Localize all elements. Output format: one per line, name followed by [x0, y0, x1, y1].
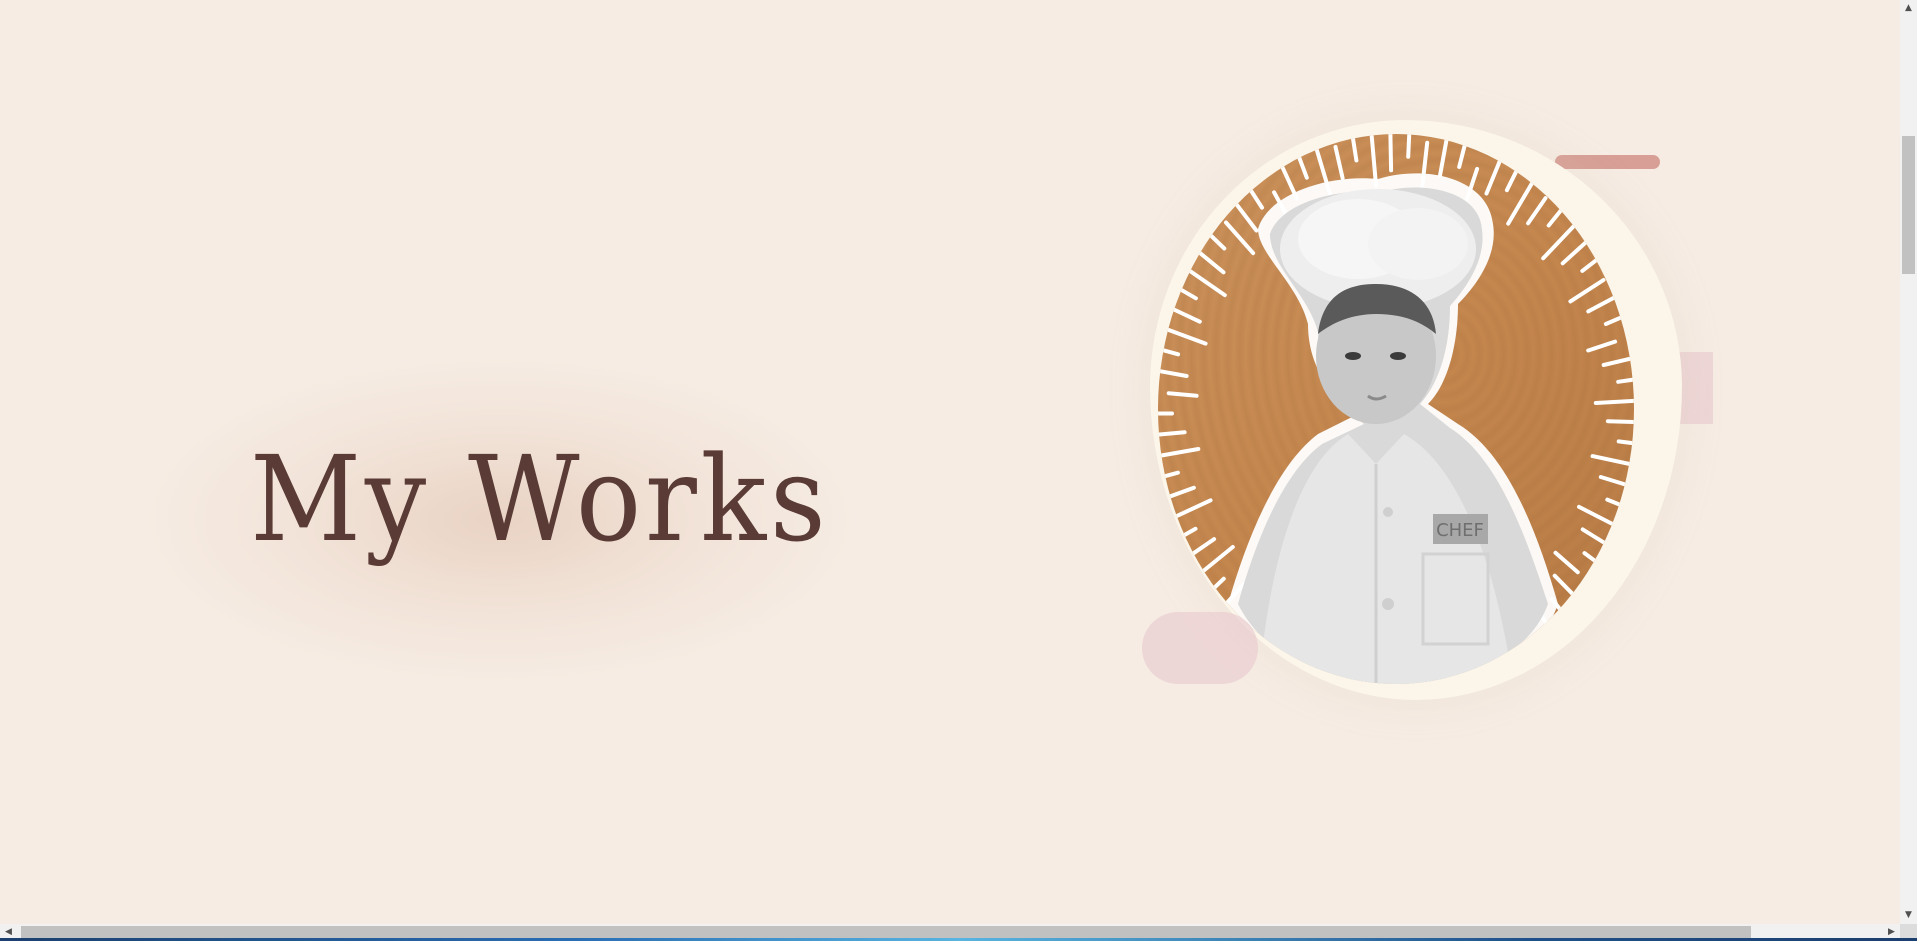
sunburst-illustration: CHEF — [1158, 134, 1634, 684]
sunburst-ray — [1577, 504, 1616, 527]
sunburst-ray — [1568, 278, 1606, 304]
sunburst-ray — [1369, 134, 1378, 188]
sunburst-ray — [1586, 286, 1634, 314]
sunburst-ray — [1188, 537, 1217, 558]
vertical-scroll-thumb[interactable] — [1902, 136, 1915, 274]
sunburst-ray — [1593, 398, 1634, 405]
sunburst-ray — [1580, 251, 1608, 273]
sunburst-ray — [1158, 470, 1180, 481]
sunburst-ray — [1552, 573, 1586, 607]
sunburst-ray — [1159, 276, 1198, 301]
sunburst-ray — [1288, 134, 1309, 180]
sunburst-ray — [1601, 355, 1634, 367]
page: My Works CHEF ▲ ▼ ◀ ▶ — [0, 0, 1917, 941]
sunburst-ray — [1590, 454, 1634, 468]
sunburst-ray — [1350, 134, 1359, 163]
sunburst-ray — [1171, 307, 1202, 324]
sunburst-ray — [1616, 439, 1634, 446]
sunburst-ray — [1333, 144, 1345, 181]
sunburst-ray — [1484, 152, 1505, 196]
sunburst-ray — [1158, 430, 1187, 437]
sunburst-ray — [1586, 339, 1618, 353]
page-title: My Works — [250, 430, 830, 568]
sunburst-ray — [1164, 498, 1213, 523]
sunburst-ray — [1598, 475, 1634, 490]
sunburst-ray — [1158, 346, 1181, 357]
sunburst-ray — [1457, 134, 1470, 169]
scroll-down-icon[interactable]: ▼ — [1900, 907, 1917, 924]
sunburst-ray — [1616, 377, 1634, 384]
sunburst-ray — [1406, 134, 1412, 159]
chef-badge-text: CHEF — [1436, 520, 1484, 541]
sunburst-ray — [1158, 368, 1189, 378]
scroll-up-icon[interactable]: ▲ — [1900, 0, 1917, 17]
sunburst-ray — [1438, 134, 1450, 178]
sunburst-ray — [1224, 220, 1256, 256]
sunburst-ray — [1166, 391, 1199, 398]
sunburst-ray — [1580, 527, 1627, 558]
sunburst-ray — [1546, 191, 1577, 228]
decorative-blob-bottom — [1142, 612, 1258, 684]
sunburst-ray — [1388, 134, 1394, 173]
sunburst-ray — [1603, 309, 1634, 326]
sunburst-ray — [1159, 526, 1198, 551]
sunburst-ray — [1582, 551, 1634, 592]
sunburst-ray — [1158, 447, 1201, 458]
sunburst-ray — [1504, 140, 1533, 193]
sunburst-ray — [1200, 225, 1227, 251]
vertical-scrollbar[interactable]: ▲ ▼ — [1900, 0, 1917, 924]
sunburst-ray — [1526, 196, 1548, 226]
sunburst-ray — [1184, 576, 1226, 616]
sunburst-ray — [1277, 157, 1299, 201]
sunburst-ray — [1605, 419, 1634, 425]
sunburst-ray — [1158, 323, 1208, 346]
sunburst-ray — [1605, 497, 1634, 513]
portrait-image: CHEF — [1158, 134, 1634, 684]
sunburst-ray — [1158, 485, 1196, 503]
sunburst-ray — [1553, 550, 1580, 575]
